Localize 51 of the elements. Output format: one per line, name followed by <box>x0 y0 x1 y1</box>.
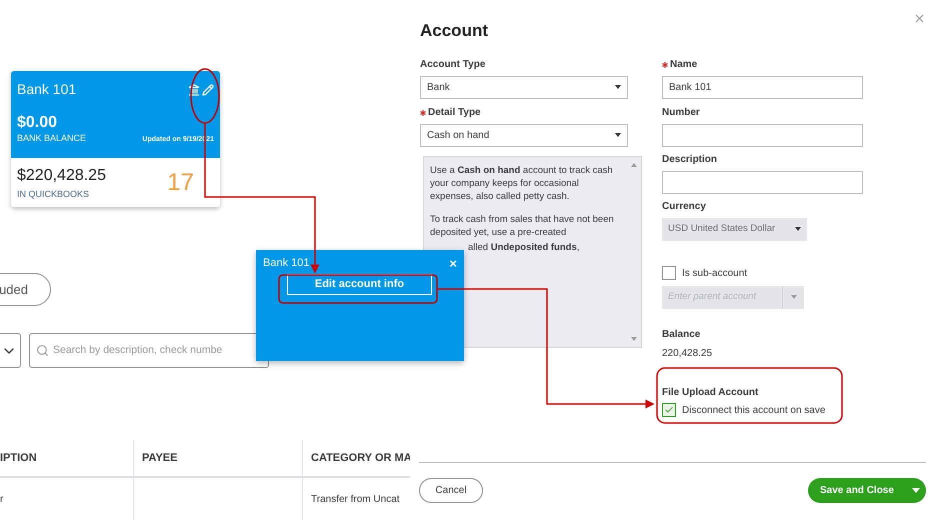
column-header: PAYEE <box>142 450 178 466</box>
popup-title: Bank 101 <box>263 256 310 271</box>
caret-icon <box>912 488 920 493</box>
table-cell-text: r <box>0 492 4 506</box>
detail-type-select[interactable]: Cash on hand <box>420 124 628 146</box>
field-label: Number <box>662 106 700 120</box>
help-text: Use a Cash on hand account to track cash your company keeps for occasional expenses, also called petty cash. <box>430 164 614 202</box>
panel-title: Account <box>419 20 488 42</box>
balance-label: Balance <box>662 328 702 342</box>
caret-icon <box>615 85 621 89</box>
annotation-ellipse <box>190 68 220 124</box>
pending-count: 17 <box>167 168 194 198</box>
filter-pill[interactable]: uded <box>0 273 51 306</box>
sub-account-checkbox[interactable] <box>662 266 676 280</box>
field-label: Currency <box>662 200 706 214</box>
field-label: Account Type <box>420 58 486 72</box>
column-header: CATEGORY OR MA <box>311 450 412 466</box>
caret-icon <box>615 133 621 137</box>
search-field[interactable]: Search by description, check numbe <box>29 333 269 368</box>
column-header: IPTION <box>0 450 37 466</box>
table-cell-text: Transfer from Uncat <box>311 492 400 506</box>
currency-select[interactable]: USD United States Dollar <box>662 218 807 240</box>
scroll-down-icon <box>631 336 637 340</box>
search-icon <box>36 344 49 357</box>
edit-icon[interactable] <box>202 84 214 96</box>
field-label: Description <box>662 153 718 167</box>
field-label: Name <box>670 58 698 72</box>
file-upload-label: File Upload Account <box>662 386 760 400</box>
help-text: alled Undeposited funds, <box>467 240 580 254</box>
books-balance-label: IN QUICKBOOKS <box>17 188 90 201</box>
bank-icon <box>188 84 200 96</box>
search-input[interactable]: Search by description, check numbe <box>53 342 262 358</box>
caret-icon <box>795 227 801 231</box>
card-title: Bank 101 <box>17 80 76 99</box>
check-icon <box>664 405 674 415</box>
disconnect-checkbox[interactable] <box>662 403 676 417</box>
caret-icon <box>790 295 796 299</box>
account-type-select[interactable]: Bank <box>420 76 628 98</box>
description-field[interactable] <box>662 170 863 194</box>
books-balance: $220,428.25 <box>17 166 106 186</box>
balance-value: 220,428.25 <box>662 346 714 360</box>
number-field[interactable] <box>662 124 863 146</box>
name-field[interactable]: Bank 101 <box>662 76 863 98</box>
field-label: Detail Type <box>428 106 481 120</box>
cancel-button[interactable]: Cancel <box>419 478 483 503</box>
checkbox-label: Disconnect this account on save <box>682 404 826 418</box>
bank-balance-label: BANK BALANCE <box>17 132 86 145</box>
bank-balance: $0.00 <box>17 114 58 132</box>
close-icon[interactable] <box>913 12 926 25</box>
checkbox-label: Is sub-account <box>682 266 748 280</box>
scroll-up-icon <box>631 162 637 166</box>
